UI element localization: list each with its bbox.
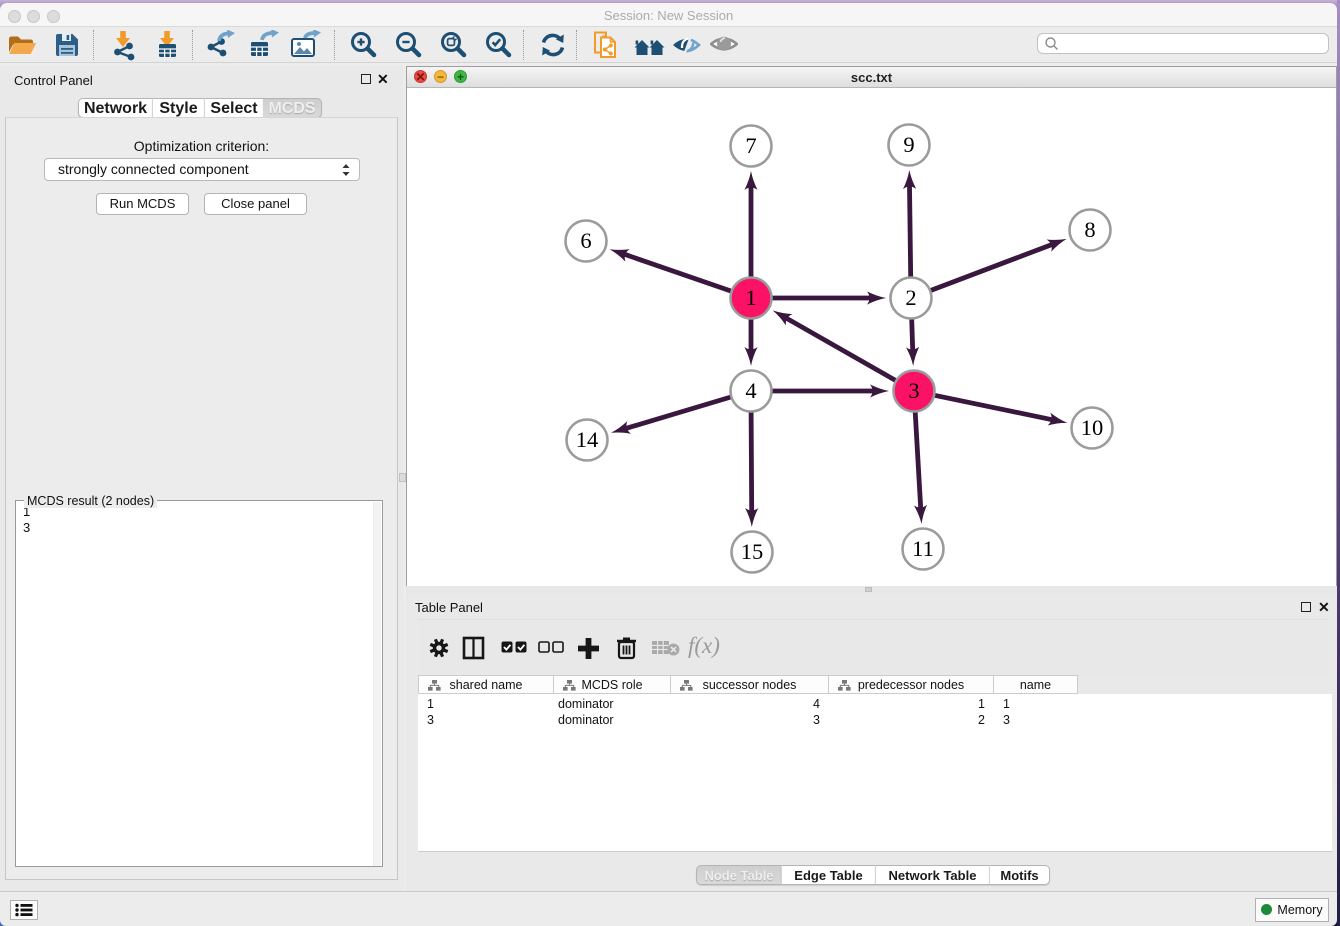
svg-text:1: 1 [745, 285, 756, 310]
svg-text:7: 7 [745, 133, 756, 158]
svg-text:8: 8 [1084, 217, 1095, 242]
svg-text:6: 6 [580, 228, 591, 253]
svg-text:14: 14 [576, 427, 599, 452]
svg-text:2: 2 [905, 285, 916, 310]
svg-text:9: 9 [903, 132, 914, 157]
svg-text:10: 10 [1081, 415, 1104, 440]
svg-text:15: 15 [741, 539, 764, 564]
svg-text:3: 3 [908, 378, 919, 403]
svg-text:11: 11 [912, 536, 934, 561]
svg-text:4: 4 [745, 378, 756, 403]
